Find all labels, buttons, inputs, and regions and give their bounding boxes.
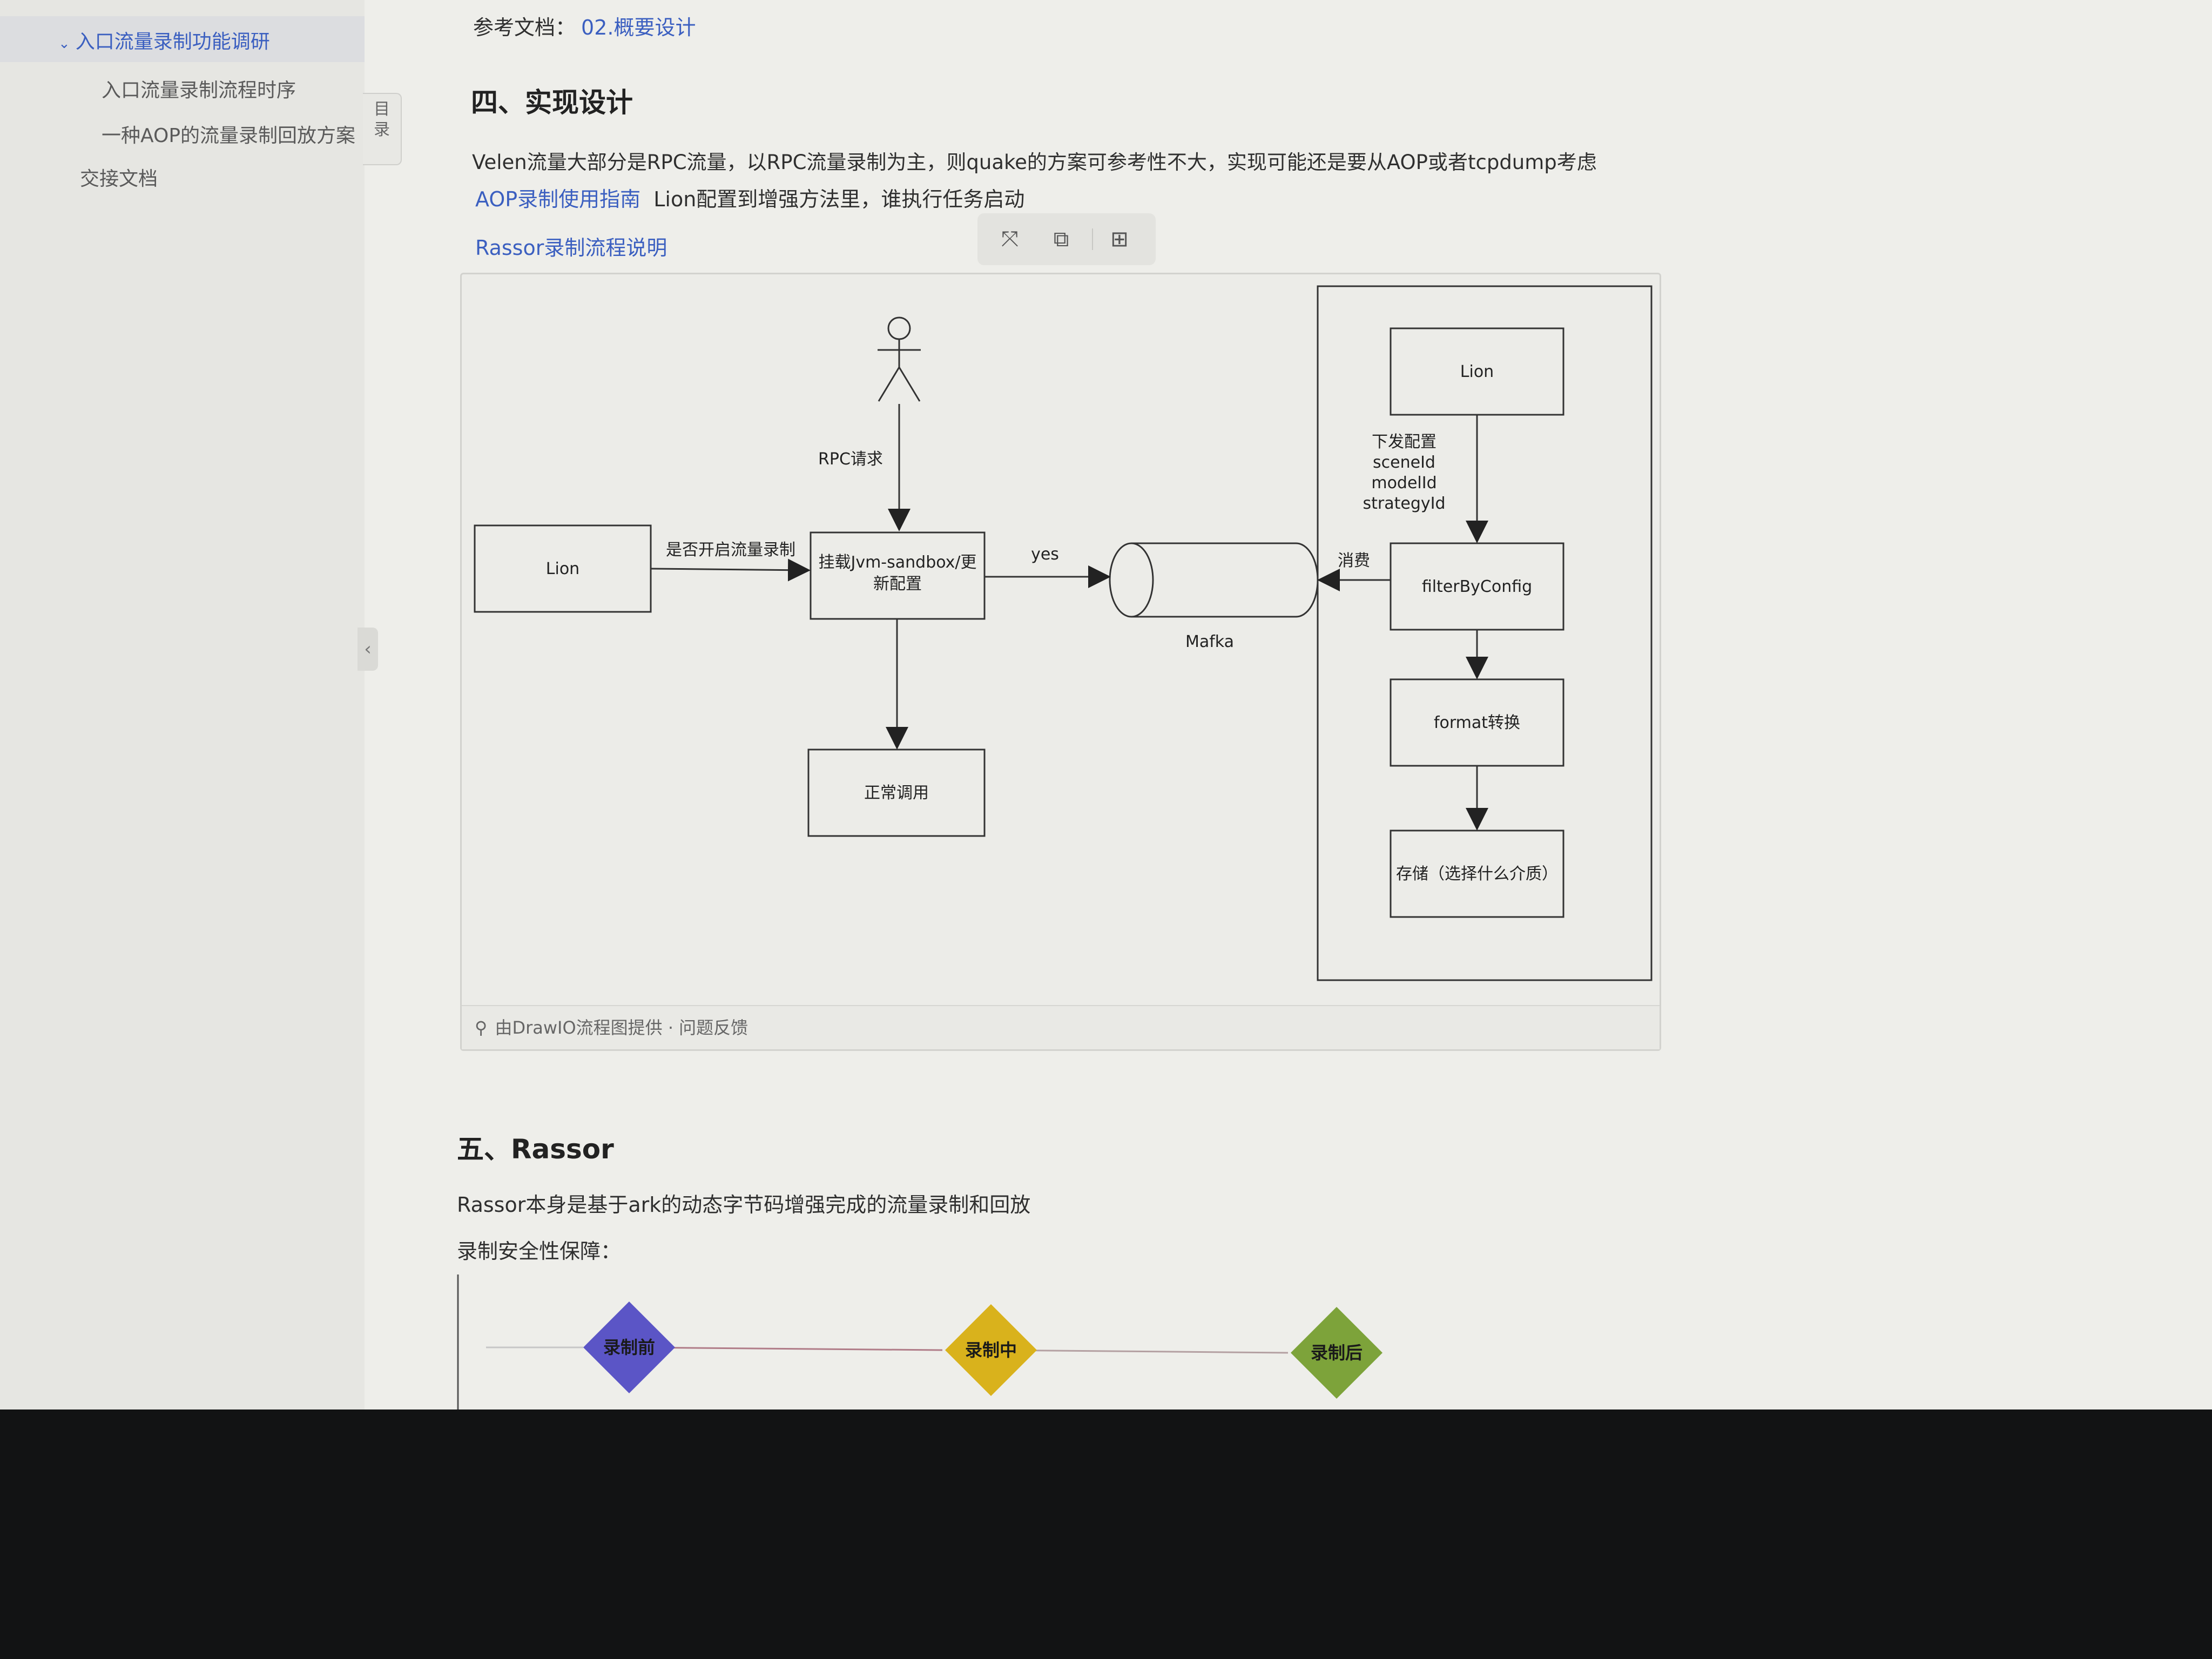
toc-item-handover[interactable]: 交接文档 (80, 163, 158, 191)
toc-item-aop-scheme[interactable]: 一种AOP的流量录制回放方案 (102, 120, 355, 148)
diagram-footer: ⚲ 由DrawIO流程图提供 · 问题反馈 (462, 1005, 1660, 1049)
format-label: format转换 (1434, 713, 1520, 732)
drawio-diagram[interactable]: RPC请求 Lion 是否开启流量录制 挂载Jvm-sandbox/更 新配置 … (460, 273, 1661, 1051)
section5-safety-label: 录制安全性保障： (457, 1239, 622, 1263)
lion-right-label: Lion (1460, 362, 1494, 381)
toolbar-divider (1092, 228, 1093, 250)
edge-config-line-4: strategyId (1363, 494, 1445, 513)
section5-heading: 五、Rassor (457, 1134, 614, 1165)
fullscreen-icon[interactable]: ⤧ (994, 223, 1026, 255)
toc-sidebar: ⌄ 入口流量录制功能调研 入口流量录制流程时序 一种AOP的流量录制回放方案 交接… (0, 0, 365, 1410)
diagram-tree-icon: ⚲ (475, 1017, 488, 1038)
actor-label: RPC请求 (818, 450, 883, 469)
actor-head (887, 316, 911, 340)
collapse-sidebar-button[interactable]: ‹ (358, 628, 378, 671)
keyboard-area (0, 1410, 2212, 1659)
diagram-canvas: RPC请求 Lion 是否开启流量录制 挂载Jvm-sandbox/更 新配置 … (474, 285, 1653, 981)
mafka-label: Mafka (1185, 632, 1234, 651)
rassor-flow-link[interactable]: Rassor录制流程说明 (475, 231, 667, 261)
reference-line: 参考文档： 02.概要设计 (473, 16, 696, 39)
normal-call-label: 正常调用 (864, 784, 929, 802)
reference-link[interactable]: 02.概要设计 (581, 16, 696, 39)
aop-line: AOP录制使用指南 Lion配置到增强方法里，谁执行任务启动 (475, 183, 1024, 212)
toc-item-sequence[interactable]: 入口流量录制流程时序 (102, 75, 296, 103)
storage-label: 存储（选择什么介质） (1396, 865, 1558, 884)
edge-yes-label: yes (1031, 545, 1059, 564)
lion-left-label: Lion (546, 559, 579, 578)
section4-paragraph: Velen流量大部分是RPC流量，以RPC流量录制为主，则quake的方案可参考… (472, 151, 1597, 174)
recording-timeline: 录制前 录制中 录制后 (457, 1274, 1382, 1410)
diagram-footer-text[interactable]: 由DrawIO流程图提供 · 问题反馈 (495, 1017, 748, 1038)
section5-paragraph: Rassor本身是基于ark的动态字节码增强完成的流量录制和回放 (457, 1193, 1031, 1217)
section4-heading: 四、实现设计 (471, 87, 633, 118)
diagram-toolbar: ⤧ ⧉ ⊞ (977, 213, 1156, 265)
chevron-left-icon: ‹ (364, 638, 372, 660)
edge-config-line-2: sceneId (1373, 453, 1435, 472)
timeline-node-label: 录制前 (603, 1337, 655, 1358)
app-screen: ⌄ 入口流量录制功能调研 入口流量录制流程时序 一种AOP的流量录制回放方案 交接… (0, 0, 2212, 1410)
add-comment-icon[interactable]: ⊞ (1103, 223, 1136, 255)
timeline-node-label: 录制后 (1311, 1343, 1363, 1363)
chevron-down-icon: ⌄ (58, 36, 70, 52)
mafka-cylinder (1131, 542, 1319, 618)
copy-icon[interactable]: ⧉ (1045, 223, 1077, 255)
mount-box-label-1: 挂载Jvm-sandbox/更 (818, 553, 976, 572)
edge-config-line-1: 下发配置 (1372, 433, 1437, 451)
edge-consume-label: 消费 (1338, 551, 1370, 570)
toc-item-active[interactable]: ⌄ 入口流量录制功能调研 (58, 26, 270, 54)
mafka-cylinder-end (1109, 542, 1154, 618)
aop-guide-link[interactable]: AOP录制使用指南 (475, 187, 640, 211)
aop-line-text: Lion配置到增强方法里，谁执行任务启动 (653, 187, 1025, 211)
timeline-node-label: 录制中 (965, 1340, 1017, 1360)
mount-box-label-2: 新配置 (873, 575, 922, 594)
edge-switch-label: 是否开启流量录制 (666, 541, 795, 559)
filter-label: filterByConfig (1422, 577, 1532, 596)
toc-toggle-tab[interactable]: 目录 (363, 93, 402, 165)
edge-config-line-3: modelId (1371, 474, 1437, 493)
